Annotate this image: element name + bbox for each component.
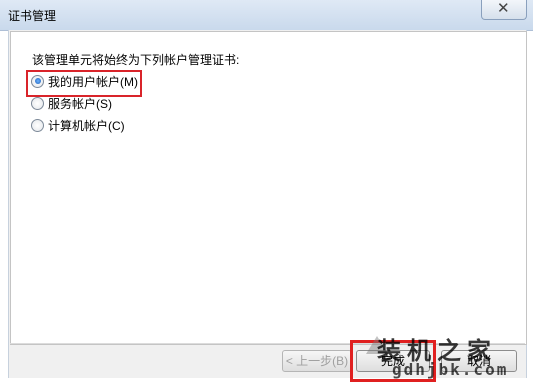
radio-my-user-account[interactable]: 我的用户帐户(M) [31,73,138,89]
certificate-manager-dialog: 证书管理 ✕ 该管理单元将始终为下列帐户管理证书: 我的用户帐户(M) 服务帐户… [0,0,533,385]
radio-label: 计算机帐户(C) [48,118,125,133]
radio-unchecked-icon[interactable] [31,96,44,110]
watermark-url: gdhjbk.com [392,360,509,379]
back-button[interactable]: < 上一步(B) [282,350,352,372]
close-icon: ✕ [497,0,510,17]
radio-label: 服务帐户(S) [48,96,112,111]
radio-computer-account[interactable]: 计算机帐户(C) [31,117,125,133]
window-title: 证书管理 [8,9,57,23]
close-button[interactable]: ✕ [481,0,527,20]
title-bar: 证书管理 ✕ [0,0,533,31]
account-prompt: 该管理单元将始终为下列帐户管理证书: [32,53,240,67]
radio-label: 我的用户帐户(M) [48,74,138,89]
radio-service-account[interactable]: 服务帐户(S) [31,95,112,111]
radio-checked-icon[interactable] [31,74,44,88]
radio-unchecked-icon[interactable] [31,118,44,132]
